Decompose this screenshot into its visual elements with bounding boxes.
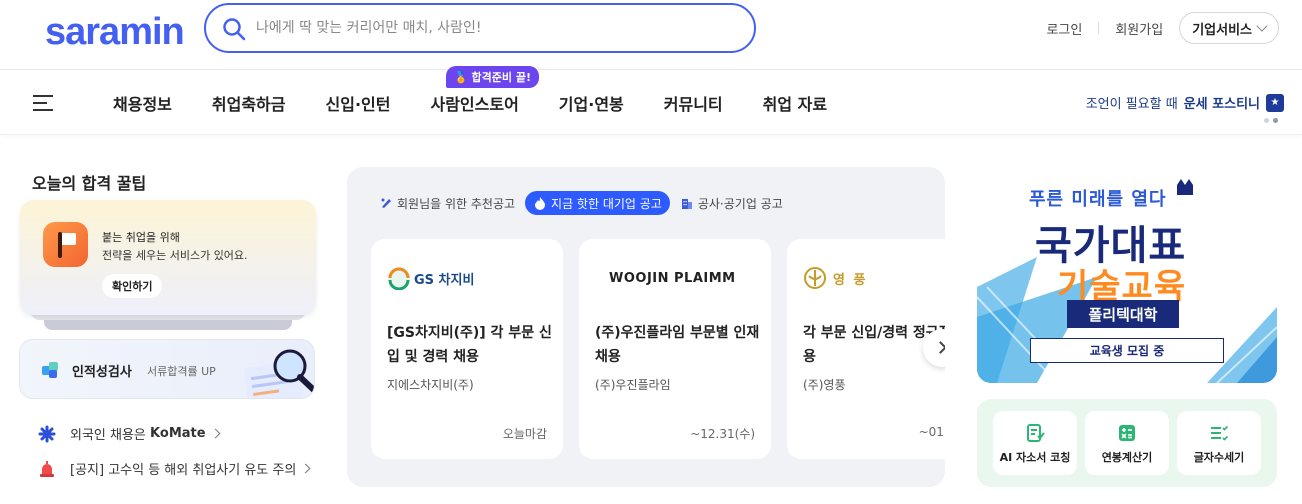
youngpoong-logo-icon [804, 267, 826, 289]
asterisk-icon [38, 425, 56, 443]
deadline: ~01.26 [918, 425, 945, 439]
tip-card[interactable]: 붙는 취업을 위해 전략을 세우는 서비스가 있어요. 확인하기 [20, 200, 316, 315]
search-icon[interactable] [222, 17, 246, 41]
ad-tagline: 푸른 미래를 열다 [1029, 189, 1167, 210]
chevron-down-icon [1256, 20, 1268, 32]
tool-character-counter[interactable]: 글자수세기 [1177, 411, 1261, 475]
company-name: 지에스차지비(주) [387, 378, 474, 392]
top-links: 로그인 회원가입 기업서비스 [1046, 12, 1279, 44]
tarot-card-icon: ★ [1266, 93, 1284, 112]
nav-item-company-salary[interactable]: 기업·연봉 [559, 91, 624, 115]
pager-dot-active[interactable] [1273, 118, 1278, 123]
tips-title: 오늘의 합격 꿀팁 [32, 174, 147, 193]
promo-title: 운세 포스티니 [1183, 97, 1260, 112]
company-logo: 영 풍 [803, 263, 867, 293]
aptitude-test-banner[interactable]: 인적성검사 서류합격률 UP [19, 339, 315, 399]
tip-card-stack: 붙는 취업을 위해 전략을 세우는 서비스가 있어요. 확인하기 [20, 200, 316, 330]
tool-label: 연봉계산기 [1101, 451, 1153, 464]
company-logo-text: GS 차지비 [414, 272, 475, 288]
tip-text-line2: 전략을 세우는 서비스가 있어요. [102, 249, 248, 262]
sparkle-icon [381, 198, 391, 208]
calculator-icon [1119, 425, 1135, 441]
saramin-logo[interactable]: saramin [45, 11, 185, 54]
ad-recruiting: 교육생 모집 중 [1030, 338, 1224, 363]
signup-link[interactable]: 회원가입 [1115, 19, 1163, 38]
company-logo: WOOJIN PLAIMM [595, 263, 736, 293]
ad-brand: 폴리텍대학 [1067, 300, 1179, 328]
divider [1098, 22, 1100, 34]
gs-logo-icon [388, 267, 410, 290]
fortune-promo[interactable]: 조언이 필요할 때 운세 포스티니 ★ [1086, 93, 1284, 112]
business-service-button[interactable]: 기업서비스 [1179, 12, 1279, 44]
tool-salary-calculator[interactable]: 연봉계산기 [1085, 411, 1169, 475]
polytech-ad-banner[interactable]: 푸른 미래를 열다 국가대표 기술교육 폴리텍대학 교육생 모집 중 [977, 167, 1277, 383]
job-title: [GS차지비(주)] 각 부문 신입 및 경력 채용 [387, 325, 552, 365]
chevron-right-icon [210, 428, 221, 439]
building-icon [681, 199, 692, 209]
nav-items: 채용정보 취업축하금 신입·인턴 사람인스토어 기업·연봉 커뮤니티 취업 자료 [113, 91, 867, 115]
deadline: ~12.31(수) [690, 427, 755, 441]
store-badge-label: 합격준비 끝! [471, 71, 531, 84]
siren-icon [38, 460, 56, 478]
nav-item-bonus[interactable]: 취업축하금 [212, 91, 286, 115]
tool-ai-resume[interactable]: AI 자소서 코칭 [993, 411, 1077, 475]
search-box[interactable] [204, 3, 756, 53]
nav-item-jobs[interactable]: 채용정보 [113, 91, 172, 115]
tip-text-line1: 붙는 취업을 위해 [102, 231, 180, 244]
notice-link[interactable]: [공지] 고수익 등 해외 취업사기 유도 주의 [38, 459, 311, 478]
magnifier-document-icon [244, 349, 314, 398]
job-tabs: 회원님을 위한 추천공고 지금 핫한 대기업 공고 공사·공기업 공고 [379, 191, 793, 215]
document-check-icon [1027, 424, 1045, 442]
company-name: (주)영풍 [803, 378, 846, 392]
job-card[interactable]: GS 차지비 [GS차지비(주)] 각 부문 신입 및 경력 채용 지에스차지비… [371, 239, 563, 459]
tool-label: AI 자소서 코칭 [999, 451, 1071, 464]
login-link[interactable]: 로그인 [1046, 19, 1082, 38]
store-badge: 🏅 합격준비 끝! [446, 66, 539, 88]
promo-prefix: 조언이 필요할 때 [1085, 97, 1178, 112]
business-service-label: 기업서비스 [1192, 22, 1252, 38]
tab-hot-large-company[interactable]: 지금 핫한 대기업 공고 [525, 191, 670, 215]
tab-public-label: 공사·공기업 공고 [697, 196, 783, 211]
komate-text: 외국인 채용은 [70, 428, 146, 443]
nav-item-community[interactable]: 커뮤니티 [664, 91, 723, 115]
company-logo-text: 영 풍 [833, 272, 868, 288]
career-tools: AI 자소서 코칭 연봉계산기 글자수세기 [977, 399, 1277, 487]
tab-public-corp[interactable]: 공사·공기업 공고 [680, 195, 783, 212]
list-check-icon [1211, 425, 1229, 441]
tip-confirm-button[interactable]: 확인하기 [102, 274, 163, 298]
tab-recommended-label: 회원님을 위한 추천공고 [397, 196, 516, 211]
aptitude-title: 인적성검사 [72, 365, 132, 380]
flag-icon [43, 222, 88, 267]
nav-item-resources[interactable]: 취업 자료 [763, 91, 827, 115]
job-title: (주)우진플라임 부문별 인재채용 [595, 325, 760, 365]
pager-dot[interactable] [1264, 118, 1269, 123]
job-card[interactable]: WOOJIN PLAIMM (주)우진플라임 부문별 인재채용 (주)우진플라임… [579, 239, 771, 459]
promo-pager [1264, 118, 1278, 123]
nav-item-intern[interactable]: 신입·인턴 [326, 91, 391, 115]
company-logo: GS 차지비 [387, 263, 474, 293]
deadline: 오늘마감 [502, 427, 547, 441]
header: saramin 로그인 회원가입 기업서비스 [0, 0, 1302, 70]
menu-icon[interactable] [33, 95, 53, 111]
chevron-right-icon [300, 463, 311, 474]
aptitude-subtitle: 서류합격률 UP [147, 365, 216, 378]
komate-link[interactable]: 외국인 채용은 KoMate [38, 424, 221, 443]
main-nav: 채용정보 취업축하금 신입·인턴 사람인스토어 기업·연봉 커뮤니티 취업 자료… [0, 66, 1302, 135]
tool-label: 글자수세기 [1193, 451, 1245, 464]
puzzle-icon [42, 362, 58, 378]
chevron-right-icon [934, 341, 945, 354]
tab-recommended[interactable]: 회원님을 위한 추천공고 [379, 195, 515, 212]
notice-text: [공지] 고수익 등 해외 취업사기 유도 주의 [70, 463, 297, 478]
komate-brand: KoMate [150, 426, 206, 441]
tab-hot-label: 지금 핫한 대기업 공고 [551, 196, 662, 211]
nav-item-store[interactable]: 사람인스토어 [430, 91, 518, 115]
company-name: (주)우진플라임 [595, 378, 671, 392]
job-card[interactable]: 영 풍 각 부문 신입/경력 정규직 채용 (주)영풍 ~01.26 [787, 239, 945, 459]
search-input[interactable] [256, 16, 736, 40]
fire-icon [535, 197, 546, 210]
job-recommendation-panel: 회원님을 위한 추천공고 지금 핫한 대기업 공고 공사·공기업 공고 GS 차… [347, 167, 945, 487]
company-logo-text: WOOJIN PLAIMM [609, 270, 736, 286]
